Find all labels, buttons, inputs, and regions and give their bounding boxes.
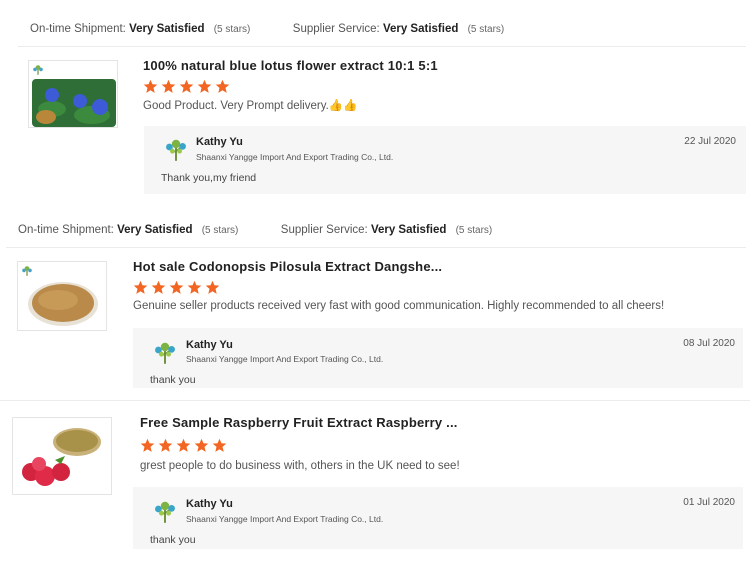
star-icon <box>212 438 227 452</box>
product-thumbnail[interactable] <box>12 417 112 495</box>
star-icon <box>197 79 212 93</box>
reply-text: thank you <box>150 374 196 386</box>
review-comment: Genuine seller products received very fa… <box>133 300 665 312</box>
star-icon <box>187 280 202 294</box>
star-icon <box>215 79 230 93</box>
tree-logo-icon <box>33 65 43 75</box>
reply-date: 22 Jul 2020 <box>684 136 736 147</box>
raspberry-product-image <box>22 428 101 486</box>
supplier-value: Very Satisfied <box>370 224 447 236</box>
tree-logo-icon <box>155 342 175 364</box>
ratings-summary: On-time Shipment: Very Satisfied (5 star… <box>18 224 492 236</box>
star-rating <box>143 79 230 95</box>
seller-reply: Kathy Yu Shaanxi Yangge Import And Expor… <box>133 328 743 388</box>
review-comment: grest people to do business with, others… <box>140 460 460 472</box>
reply-author: Kathy Yu <box>186 498 233 510</box>
reply-text: Thank you,my friend <box>161 172 257 184</box>
reply-company: Shaanxi Yangge Import And Export Trading… <box>186 514 384 524</box>
star-icon <box>205 280 220 294</box>
star-icon <box>158 438 173 452</box>
shipment-label: On-time Shipment: <box>18 224 114 236</box>
star-icon <box>151 280 166 294</box>
reply-author: Kathy Yu <box>186 339 233 351</box>
reply-date: 08 Jul 2020 <box>683 338 735 349</box>
ratings-summary: On-time Shipment: Very Satisfied (5 star… <box>30 23 504 35</box>
star-icon <box>140 438 155 452</box>
supplier-stars: (5 stars) <box>455 225 493 236</box>
star-icon <box>169 280 184 294</box>
supplier-label: Supplier Service: <box>280 224 368 236</box>
tree-logo-icon <box>155 501 175 523</box>
divider <box>18 46 746 47</box>
star-icon <box>143 79 158 93</box>
divider <box>6 247 746 248</box>
shipment-label: On-time Shipment: <box>30 23 126 35</box>
divider <box>0 400 750 401</box>
star-rating <box>133 280 220 296</box>
supplier-value: Very Satisfied <box>382 23 459 35</box>
star-icon <box>179 79 194 93</box>
supplier-label: Supplier Service: <box>292 23 380 35</box>
star-icon <box>194 438 209 452</box>
shipment-stars: (5 stars) <box>201 225 239 236</box>
product-title[interactable]: Free Sample Raspberry Fruit Extract Rasp… <box>140 415 458 430</box>
reply-company: Shaanxi Yangge Import And Export Trading… <box>196 152 394 162</box>
product-thumbnail[interactable] <box>17 261 107 331</box>
star-icon <box>161 79 176 93</box>
star-icon <box>133 280 148 294</box>
lotus-product-image <box>32 79 116 127</box>
reply-text: thank you <box>150 534 196 546</box>
powder-product-image <box>28 282 98 326</box>
tree-logo-icon <box>166 139 186 161</box>
shipment-value: Very Satisfied <box>117 224 193 236</box>
seller-reply: Kathy Yu Shaanxi Yangge Import And Expor… <box>144 126 746 194</box>
reply-date: 01 Jul 2020 <box>683 497 735 508</box>
supplier-stars: (5 stars) <box>467 24 505 35</box>
star-rating <box>140 438 227 454</box>
product-title[interactable]: 100% natural blue lotus flower extract 1… <box>143 58 438 73</box>
product-title[interactable]: Hot sale Codonopsis Pilosula Extract Dan… <box>133 259 442 274</box>
review-comment: Good Product. Very Prompt delivery.👍👍 <box>143 100 358 112</box>
shipment-stars: (5 stars) <box>213 24 251 35</box>
star-icon <box>176 438 191 452</box>
shipment-value: Very Satisfied <box>129 23 205 35</box>
reply-company: Shaanxi Yangge Import And Export Trading… <box>186 354 384 364</box>
product-thumbnail[interactable] <box>28 60 118 128</box>
reply-author: Kathy Yu <box>196 136 243 148</box>
seller-reply: Kathy Yu Shaanxi Yangge Import And Expor… <box>133 487 743 549</box>
